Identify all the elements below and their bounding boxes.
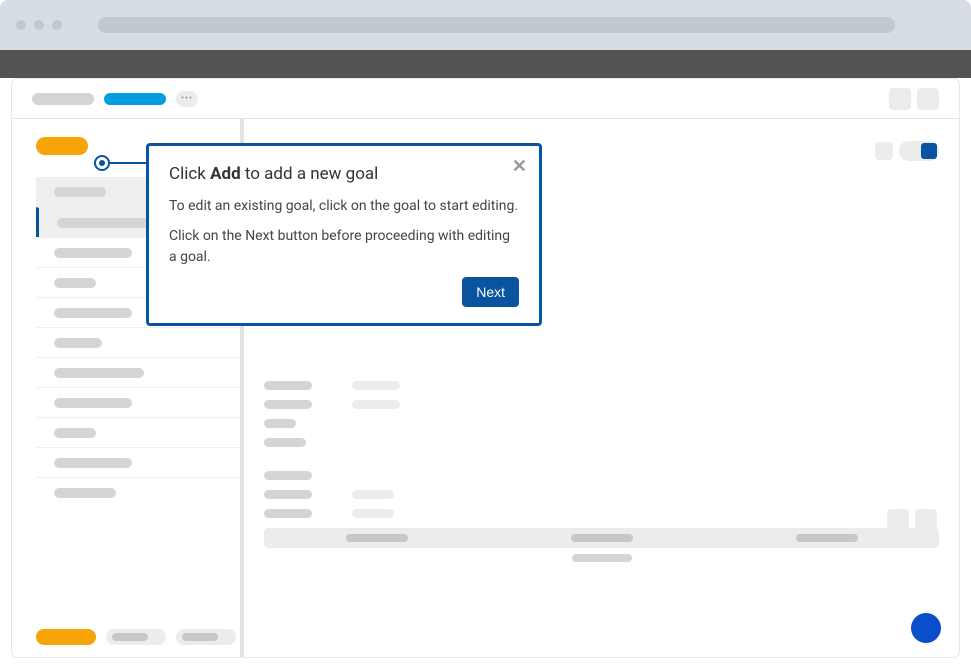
onboarding-popover: ✕ Click Add to add a new goal To edit an… <box>146 143 542 326</box>
popover-title: Click Add to add a new goal <box>169 164 519 184</box>
side-action-buttons <box>887 509 937 531</box>
footer-pill[interactable] <box>176 629 236 645</box>
dark-banner <box>0 50 971 78</box>
close-icon[interactable]: ✕ <box>512 156 527 177</box>
popover-title-suffix: to add a new goal <box>241 164 379 184</box>
detail-block <box>264 381 939 562</box>
sidebar-item[interactable] <box>36 357 240 387</box>
pagination-placeholder <box>572 554 632 562</box>
popover-anchor-dot <box>94 155 110 171</box>
toggle-knob <box>921 143 937 159</box>
strip-item[interactable] <box>346 534 408 542</box>
detail-row <box>264 509 939 518</box>
popover-title-prefix: Click <box>169 164 210 184</box>
more-menu-button[interactable]: ••• <box>176 91 198 107</box>
popover-body: To edit an existing goal, click on the g… <box>169 196 519 267</box>
window-dot <box>16 20 26 30</box>
footer-strip <box>264 528 939 548</box>
strip-item[interactable] <box>571 534 633 542</box>
detail-row <box>264 381 939 390</box>
browser-chrome <box>0 0 971 50</box>
header-action-button[interactable] <box>917 88 939 110</box>
toggle-switch[interactable] <box>899 141 939 161</box>
sidebar-item[interactable] <box>36 417 240 447</box>
sidebar-item[interactable] <box>36 477 240 507</box>
next-button[interactable]: Next <box>462 277 519 307</box>
popover-body-p1: To edit an existing goal, click on the g… <box>169 196 519 216</box>
breadcrumb-item[interactable] <box>32 93 94 105</box>
sidebar-item[interactable] <box>36 327 240 357</box>
header-action-button[interactable] <box>889 88 911 110</box>
detail-row <box>264 400 939 409</box>
action-button[interactable] <box>915 509 937 531</box>
popover-body-p2: Click on the Next button before proceedi… <box>169 226 519 267</box>
detail-row <box>264 438 939 447</box>
breadcrumb-active[interactable] <box>104 93 166 105</box>
detail-row <box>264 490 939 499</box>
toolbar-button[interactable] <box>875 142 893 160</box>
add-button[interactable] <box>36 137 88 155</box>
sidebar-item[interactable] <box>36 387 240 417</box>
popover-title-bold: Add <box>210 164 241 184</box>
window-dot <box>52 20 62 30</box>
footer-pills <box>36 629 236 645</box>
window-dot <box>34 20 44 30</box>
address-bar[interactable] <box>98 17 895 33</box>
footer-pill-primary[interactable] <box>36 629 96 645</box>
sidebar-item[interactable] <box>36 447 240 477</box>
fab-button[interactable] <box>911 613 941 643</box>
action-button[interactable] <box>887 509 909 531</box>
strip-item[interactable] <box>796 534 858 542</box>
app-header: ••• <box>12 79 959 119</box>
detail-row <box>264 419 939 428</box>
detail-row <box>264 471 939 480</box>
footer-pill[interactable] <box>106 629 166 645</box>
